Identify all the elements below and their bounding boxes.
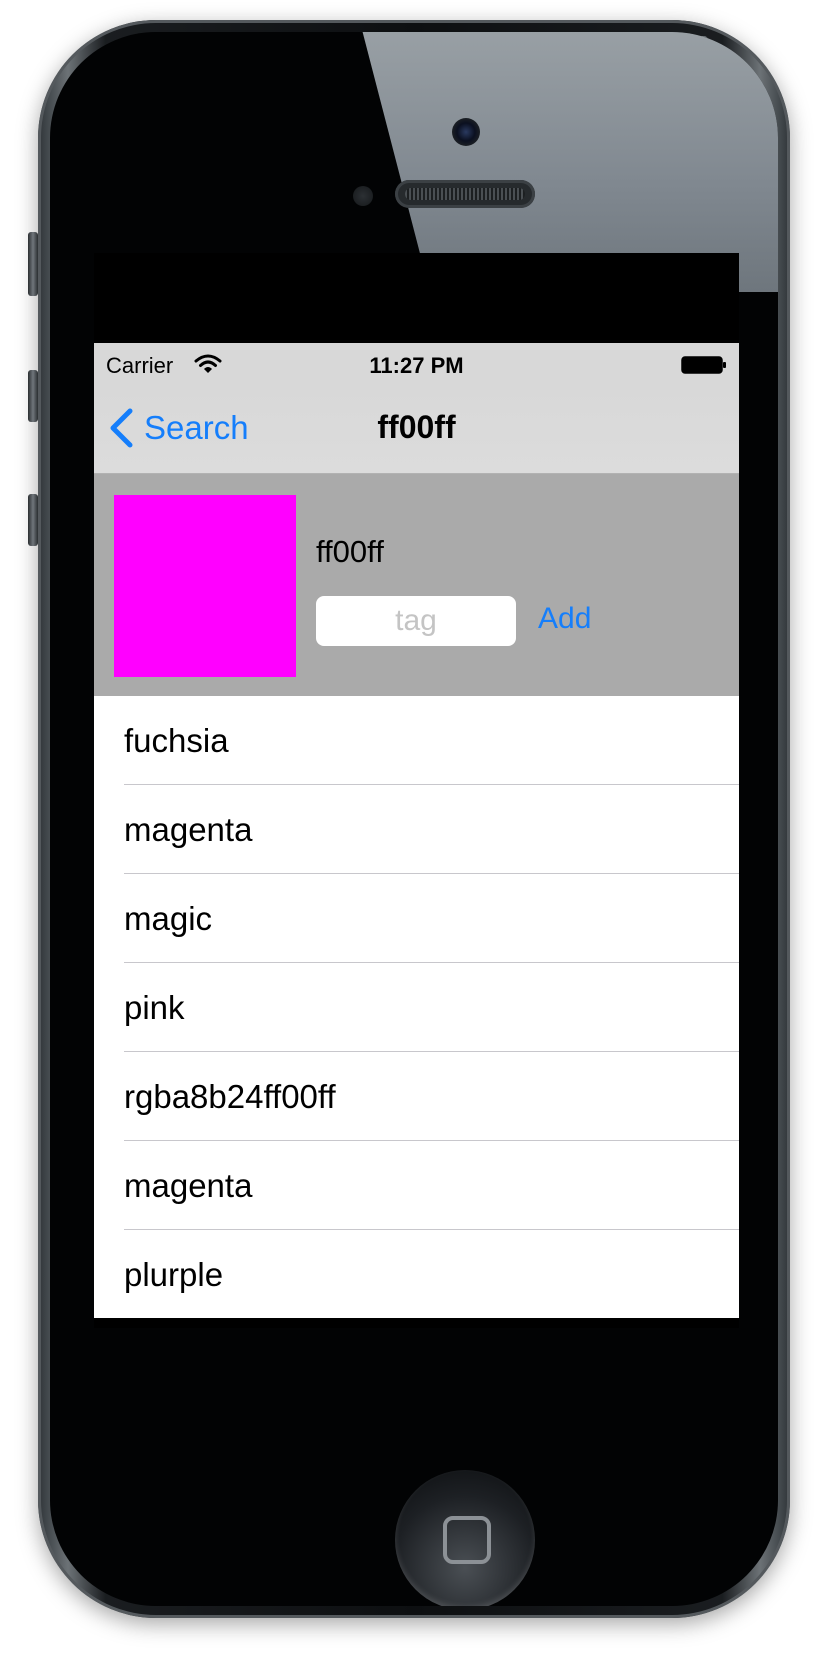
proximity-sensor (353, 186, 373, 206)
home-square-icon (443, 1516, 491, 1564)
home-button[interactable] (395, 1470, 535, 1606)
volume-up-button (28, 370, 38, 422)
earpiece-speaker (395, 180, 535, 208)
mute-switch (28, 232, 38, 296)
tag-row[interactable]: magenta (94, 1141, 739, 1230)
tag-row[interactable]: pink (94, 963, 739, 1052)
status-time: 11:27 PM (369, 353, 464, 378)
tag-input[interactable] (316, 596, 516, 646)
front-camera-icon (452, 118, 480, 146)
tag-row[interactable]: magic (94, 874, 739, 963)
status-bar: Carrier 11:27 PM (94, 343, 739, 385)
add-tag-button[interactable]: Add (538, 602, 591, 636)
hex-label: ff00ff (316, 534, 384, 569)
tag-row[interactable]: fuchsia (94, 696, 739, 785)
tag-list: fuchsia magenta magic pink rgba8b24ff00ff mag… (94, 696, 739, 1318)
page-title: ff00ff (377, 409, 456, 445)
tag-row[interactable]: plurple (94, 1230, 739, 1319)
navigation-bar: Search ff00ff (94, 385, 739, 474)
volume-down-button (28, 494, 38, 546)
screen: Carrier 11:27 PM Search ff00ff ff00ff Ad… (94, 253, 739, 1328)
tag-row[interactable]: magenta (94, 785, 739, 874)
battery-icon (681, 356, 726, 374)
color-detail-header: ff00ff Add (94, 474, 739, 696)
color-swatch (114, 495, 296, 677)
tag-row[interactable]: rgba8b24ff00ff (94, 1052, 739, 1141)
